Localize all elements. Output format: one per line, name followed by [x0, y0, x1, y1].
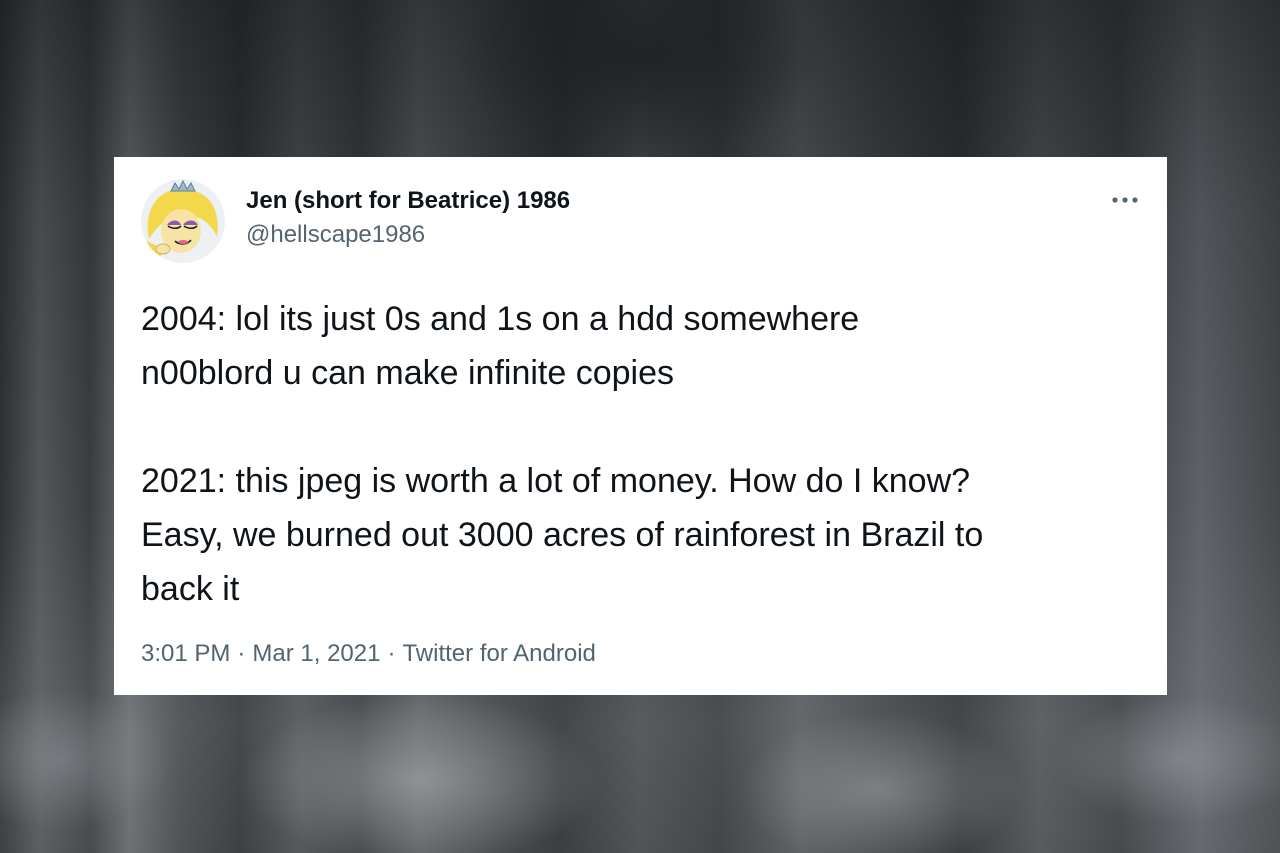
cartoon-avatar-icon [141, 179, 225, 263]
more-options-icon [1112, 197, 1138, 203]
meta-separator: · [387, 640, 396, 667]
more-options-button[interactable] [1107, 185, 1143, 215]
tweet-card: Jen (short for Beatrice) 1986 @hellscape… [114, 157, 1167, 695]
meta-separator: · [237, 640, 246, 667]
user-handle[interactable]: @hellscape1986 [246, 221, 425, 249]
tweet-source[interactable]: Twitter for Android [402, 640, 595, 668]
tweet-line: 2004: lol its just 0s and 1s on a hdd so… [141, 300, 860, 338]
user-avatar[interactable] [141, 179, 225, 263]
tweet-date[interactable]: Mar 1, 2021 [252, 640, 380, 668]
tweet-line: 2021: this jpeg is worth a lot of money.… [141, 462, 971, 500]
tweet-line: n00blord u can make infinite copies [141, 354, 674, 392]
tweet-metadata: 3:01 PM · Mar 1, 2021 · Twitter for Android [141, 640, 596, 668]
tweet-line: Easy, we burned out 3000 acres of rainfo… [141, 516, 984, 554]
display-name[interactable]: Jen (short for Beatrice) 1986 [246, 187, 570, 215]
tweet-text: 2004: lol its just 0s and 1s on a hdd so… [141, 292, 1141, 616]
tweet-line: back it [141, 570, 240, 608]
tweet-time[interactable]: 3:01 PM [141, 640, 230, 668]
